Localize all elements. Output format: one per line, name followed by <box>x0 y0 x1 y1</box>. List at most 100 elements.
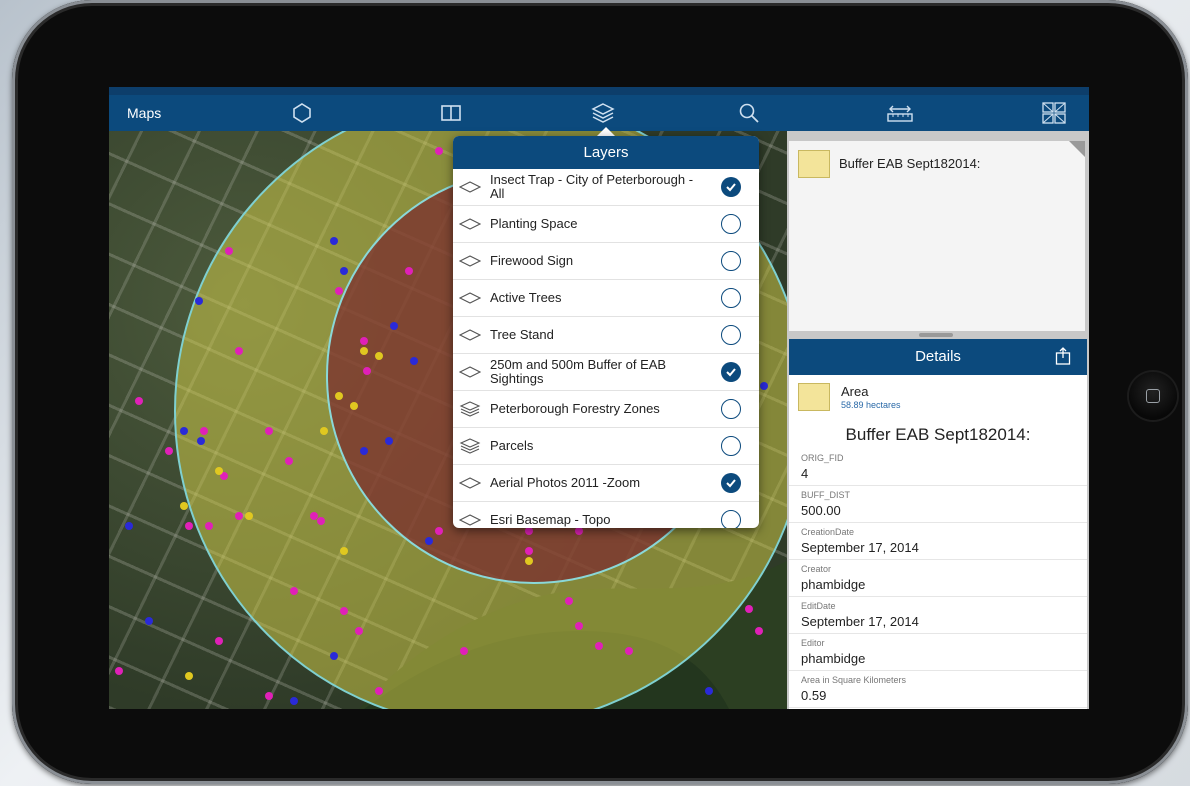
layer-visibility-toggle[interactable] <box>721 436 741 456</box>
map-point-marker[interactable] <box>575 622 583 630</box>
map-point-marker[interactable] <box>290 587 298 595</box>
map-point-marker[interactable] <box>625 647 633 655</box>
layer-visibility-toggle[interactable] <box>721 399 741 419</box>
map-point-marker[interactable] <box>335 287 343 295</box>
map-point-marker[interactable] <box>335 392 343 400</box>
maps-button[interactable]: Maps <box>127 105 161 121</box>
layer-row[interactable]: Planting Space <box>453 206 759 243</box>
attribute-row: BUFF_DIST 500.00 <box>789 486 1087 523</box>
panel-divider-handle[interactable] <box>919 333 953 337</box>
layer-visibility-toggle[interactable] <box>721 288 741 308</box>
map-point-marker[interactable] <box>235 347 243 355</box>
measure-icon[interactable] <box>885 101 915 125</box>
map-point-marker[interactable] <box>760 382 768 390</box>
attribute-key: Creator <box>801 564 832 574</box>
map-point-marker[interactable] <box>385 437 393 445</box>
layer-visibility-toggle[interactable] <box>721 362 741 382</box>
map-point-marker[interactable] <box>285 457 293 465</box>
map-point-marker[interactable] <box>125 522 133 530</box>
layer-visibility-toggle[interactable] <box>721 214 741 234</box>
map-point-marker[interactable] <box>317 517 325 525</box>
map-point-marker[interactable] <box>115 667 123 675</box>
attribute-key: BUFF_DIST <box>801 490 851 500</box>
layer-visibility-toggle[interactable] <box>721 325 741 345</box>
map-point-marker[interactable] <box>290 697 298 705</box>
layer-row[interactable]: Tree Stand <box>453 317 759 354</box>
search-icon[interactable] <box>737 101 761 125</box>
map-point-marker[interactable] <box>595 642 603 650</box>
map-point-marker[interactable] <box>245 512 253 520</box>
map-point-marker[interactable] <box>340 267 348 275</box>
map-point-marker[interactable] <box>135 397 143 405</box>
map-point-marker[interactable] <box>215 637 223 645</box>
map-point-marker[interactable] <box>330 652 338 660</box>
layer-row[interactable]: 250m and 500m Buffer of EAB Sightings <box>453 354 759 391</box>
share-icon[interactable] <box>1055 347 1071 365</box>
map-point-marker[interactable] <box>360 447 368 455</box>
map-point-marker[interactable] <box>375 352 383 360</box>
map-point-marker[interactable] <box>197 437 205 445</box>
layer-row[interactable]: Aerial Photos 2011 -Zoom <box>453 465 759 502</box>
map-point-marker[interactable] <box>435 147 443 155</box>
layer-visibility-toggle[interactable] <box>721 177 741 197</box>
map-point-marker[interactable] <box>350 402 358 410</box>
basemap-gallery-icon[interactable] <box>1041 101 1067 125</box>
map-point-marker[interactable] <box>435 527 443 535</box>
map-point-marker[interactable] <box>705 687 713 695</box>
map-point-marker[interactable] <box>145 617 153 625</box>
layer-visibility-toggle[interactable] <box>721 251 741 271</box>
map-point-marker[interactable] <box>525 547 533 555</box>
map-point-marker[interactable] <box>340 607 348 615</box>
layer-row[interactable]: Parcels <box>453 428 759 465</box>
map-point-marker[interactable] <box>745 605 753 613</box>
map-point-marker[interactable] <box>410 357 418 365</box>
layer-row[interactable]: Firewood Sign <box>453 243 759 280</box>
layer-row[interactable]: Peterborough Forestry Zones <box>453 391 759 428</box>
map-point-marker[interactable] <box>755 627 763 635</box>
map-point-marker[interactable] <box>310 512 318 520</box>
layers-icon[interactable] <box>590 101 616 125</box>
map-point-marker[interactable] <box>355 627 363 635</box>
layer-icon <box>459 329 481 341</box>
map-point-marker[interactable] <box>225 247 233 255</box>
map-point-marker[interactable] <box>205 522 213 530</box>
map-point-marker[interactable] <box>460 647 468 655</box>
map-point-marker[interactable] <box>360 347 368 355</box>
layer-visibility-toggle[interactable] <box>721 473 741 493</box>
map-point-marker[interactable] <box>235 512 243 520</box>
layer-group-icon <box>459 438 481 454</box>
map-marker-icon[interactable] <box>290 101 314 125</box>
feature-popup[interactable]: Buffer EAB Sept182014: <box>789 141 1085 331</box>
map-point-marker[interactable] <box>390 322 398 330</box>
map-point-marker[interactable] <box>195 297 203 305</box>
map-point-marker[interactable] <box>200 427 208 435</box>
map-point-marker[interactable] <box>320 427 328 435</box>
map-point-marker[interactable] <box>330 237 338 245</box>
bookmarks-icon[interactable] <box>439 101 463 125</box>
map-point-marker[interactable] <box>565 597 573 605</box>
map-point-marker[interactable] <box>363 367 371 375</box>
map-point-marker[interactable] <box>425 537 433 545</box>
layer-row[interactable]: Active Trees <box>453 280 759 317</box>
map-point-marker[interactable] <box>360 337 368 345</box>
popup-corner-fold[interactable] <box>1069 141 1085 157</box>
map-point-marker[interactable] <box>185 522 193 530</box>
layer-row[interactable]: Insect Trap - City of Peterborough -All <box>453 169 759 206</box>
layer-icon <box>459 181 481 193</box>
map-point-marker[interactable] <box>265 427 273 435</box>
map-point-marker[interactable] <box>265 692 273 700</box>
map-point-marker[interactable] <box>575 527 583 535</box>
map-point-marker[interactable] <box>375 687 383 695</box>
map-point-marker[interactable] <box>215 467 223 475</box>
map-point-marker[interactable] <box>180 502 188 510</box>
map-point-marker[interactable] <box>180 427 188 435</box>
layer-row[interactable]: Esri Basemap - Topo <box>453 502 759 528</box>
layer-visibility-toggle[interactable] <box>721 510 741 528</box>
home-button[interactable] <box>1129 372 1177 420</box>
map-point-marker[interactable] <box>185 672 193 680</box>
map-point-marker[interactable] <box>165 447 173 455</box>
map-point-marker[interactable] <box>525 527 533 535</box>
map-point-marker[interactable] <box>525 557 533 565</box>
map-point-marker[interactable] <box>340 547 348 555</box>
map-point-marker[interactable] <box>405 267 413 275</box>
